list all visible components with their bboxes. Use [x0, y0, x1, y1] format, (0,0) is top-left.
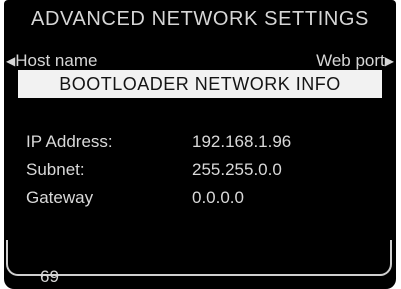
gateway-row: Gateway 0.0.0.0 — [26, 184, 386, 212]
nav-next-web-port[interactable]: Web port▶ — [244, 50, 394, 72]
subnet-label: Subnet: — [26, 160, 85, 179]
screen-title: ADVANCED NETWORK SETTINGS — [31, 8, 369, 30]
bootloader-info-banner: BOOTLOADER NETWORK INFO — [18, 70, 382, 98]
nav-prev-host-name[interactable]: ◀Host name — [6, 50, 166, 72]
subnet-row: Subnet: 255.255.0.0 — [26, 156, 386, 184]
page-number: 69 — [40, 267, 59, 286]
nav-prev-label: Host name — [15, 51, 98, 70]
subnet-value: 255.255.0.0 — [192, 160, 282, 179]
bottom-frame-border — [6, 240, 392, 276]
ip-address-value: 192.168.1.96 — [192, 132, 292, 151]
gateway-label: Gateway — [26, 188, 94, 207]
gateway-value: 0.0.0.0 — [192, 188, 244, 207]
ip-address-row: IP Address: 192.168.1.96 — [26, 128, 386, 156]
network-info-list: IP Address: 192.168.1.96 Subnet: 255.255… — [26, 128, 386, 212]
arrow-right-icon: ▶ — [384, 54, 394, 68]
device-screen: ADVANCED NETWORK SETTINGS ◀Host name Web… — [4, 0, 396, 289]
arrow-left-icon: ◀ — [6, 54, 16, 68]
ip-address-label: IP Address: — [26, 132, 113, 151]
nav-next-label: Web port — [316, 51, 385, 70]
